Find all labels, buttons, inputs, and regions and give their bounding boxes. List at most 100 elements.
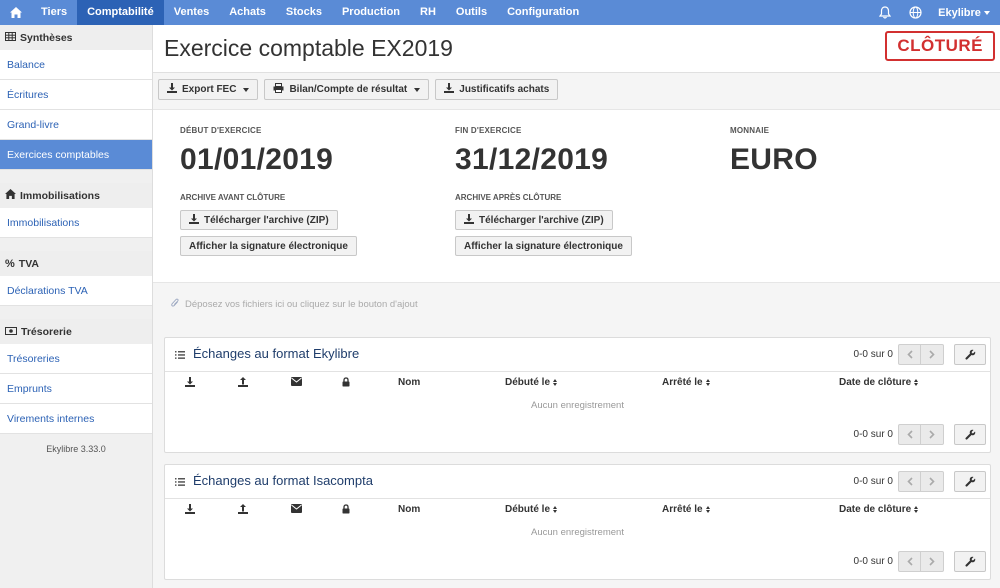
download-icon: [189, 213, 199, 227]
download-icon: [185, 377, 195, 387]
home-icon: [5, 189, 16, 202]
chevron-right-icon[interactable]: [921, 471, 944, 492]
show-signature-before-button[interactable]: Afficher la signature électronique: [180, 236, 357, 256]
chevron-left-icon[interactable]: [898, 424, 921, 445]
table-header: Nom Débuté le Arrêté le Date de clôture: [165, 377, 990, 391]
list-icon: [175, 477, 185, 489]
sort-icon: [914, 506, 919, 513]
chevron-right-icon[interactable]: [921, 551, 944, 572]
download-archive-before-button[interactable]: Télécharger l'archive (ZIP): [180, 210, 338, 230]
panel-title: Échanges au format Isacompta: [193, 473, 373, 488]
exchanges-isacompta-panel: Échanges au format Isacompta 0-0 sur 0 N…: [164, 464, 991, 580]
sidebar-item-balance[interactable]: Balance: [0, 50, 152, 80]
nav-configuration[interactable]: Configuration: [497, 0, 589, 25]
wrench-icon[interactable]: [954, 344, 986, 365]
sidebar-group-syntheses: Synthèses: [0, 25, 152, 50]
panel-footer: 0-0 sur 0: [165, 424, 990, 446]
pagination: 0-0 sur 0: [854, 551, 986, 572]
sidebar-item-ecritures[interactable]: Écritures: [0, 80, 152, 110]
nav-tiers[interactable]: Tiers: [31, 0, 77, 25]
export-fec-button[interactable]: Export FEC: [158, 79, 259, 100]
justificatifs-button[interactable]: Justificatifs achats: [435, 79, 559, 100]
user-menu[interactable]: Ekylibre: [930, 7, 1000, 19]
pagination-count: 0-0 sur 0: [853, 429, 893, 440]
file-dropzone[interactable]: Déposez vos fichiers ici ou cliquez sur …: [171, 298, 418, 311]
panel-header: Échanges au format Ekylibre 0-0 sur 0: [165, 338, 990, 372]
nav-rh[interactable]: RH: [410, 0, 446, 25]
status-badge: CLÔTURÉ: [885, 31, 995, 61]
panel-title: Échanges au format Ekylibre: [193, 346, 360, 361]
sidebar-item-declarations-tva[interactable]: Déclarations TVA: [0, 276, 152, 306]
bilan-button[interactable]: Bilan/Compte de résultat: [264, 79, 430, 100]
lock-icon: [342, 377, 350, 387]
end-column: FIN D'EXERCICE 31/12/2019 ARCHIVE APRÈS …: [455, 126, 632, 256]
table-header: Nom Débuté le Arrêté le Date de clôture: [165, 504, 990, 518]
wrench-icon[interactable]: [954, 471, 986, 492]
column-debute-le[interactable]: Débuté le: [505, 377, 558, 388]
envelope-icon: [291, 504, 302, 513]
download-icon: [185, 504, 195, 514]
wrench-icon[interactable]: [954, 424, 986, 445]
user-name: Ekylibre: [938, 6, 981, 19]
sort-icon: [553, 379, 558, 386]
nav-outils[interactable]: Outils: [446, 0, 497, 25]
title-bar: Exercice comptable EX2019 CLÔTURÉ: [153, 25, 1000, 73]
exchanges-ekylibre-panel: Échanges au format Ekylibre 0-0 sur 0 No…: [164, 337, 991, 453]
pagination-count: 0-0 sur 0: [853, 476, 893, 487]
column-nom[interactable]: Nom: [398, 504, 420, 515]
download-icon: [167, 83, 177, 96]
envelope-icon: [291, 377, 302, 386]
column-date-cloture[interactable]: Date de clôture: [839, 504, 919, 515]
start-label: DÉBUT D'EXERCICE: [180, 126, 262, 135]
pagination-count: 0-0 sur 0: [853, 349, 893, 360]
sort-icon: [914, 379, 919, 386]
paperclip-icon: [171, 298, 179, 311]
nav-stocks[interactable]: Stocks: [276, 0, 332, 25]
column-nom[interactable]: Nom: [398, 377, 420, 388]
nav-ventes[interactable]: Ventes: [164, 0, 219, 25]
chevron-down-icon: [984, 10, 990, 15]
pagination-count: 0-0 sur 0: [853, 556, 893, 567]
sidebar-item-grand-livre[interactable]: Grand-livre: [0, 110, 152, 140]
download-archive-after-button[interactable]: Télécharger l'archive (ZIP): [455, 210, 613, 230]
nav-production[interactable]: Production: [332, 0, 410, 25]
table-icon: [5, 31, 16, 44]
chevron-left-icon[interactable]: [898, 344, 921, 365]
column-date-cloture[interactable]: Date de clôture: [839, 377, 919, 388]
upload-icon: [238, 504, 248, 514]
sidebar-item-exercices-comptables[interactable]: Exercices comptables: [0, 140, 152, 170]
currency-column: MONNAIE EURO: [730, 126, 818, 177]
bell-icon[interactable]: [870, 6, 900, 19]
sidebar-item-emprunts[interactable]: Emprunts: [0, 374, 152, 404]
sidebar-group-tva: % TVA: [0, 251, 152, 276]
nav-comptabilite[interactable]: Comptabilité: [77, 0, 164, 25]
chevron-right-icon[interactable]: [921, 344, 944, 365]
column-debute-le[interactable]: Débuté le: [505, 504, 558, 515]
main-content: Exercice comptable EX2019 CLÔTURÉ Export…: [153, 25, 1000, 588]
chevron-left-icon[interactable]: [898, 551, 921, 572]
show-signature-after-button[interactable]: Afficher la signature électronique: [455, 236, 632, 256]
sidebar: Synthèses Balance Écritures Grand-livre …: [0, 25, 153, 588]
globe-icon[interactable]: [900, 6, 930, 19]
sidebar-item-virements-internes[interactable]: Virements internes: [0, 404, 152, 434]
panel-header: Échanges au format Isacompta 0-0 sur 0: [165, 465, 990, 499]
chevron-left-icon[interactable]: [898, 471, 921, 492]
column-arrete-le[interactable]: Arrêté le: [662, 504, 710, 515]
sidebar-group-immobilisations: Immobilisations: [0, 183, 152, 208]
currency-value: EURO: [730, 143, 818, 176]
toolbar: Export FEC Bilan/Compte de résultat Just…: [158, 79, 559, 100]
end-label: FIN D'EXERCICE: [455, 126, 522, 135]
caret-down-icon: [414, 87, 421, 92]
sidebar-item-tresoreries[interactable]: Trésoreries: [0, 344, 152, 374]
end-value: 31/12/2019: [455, 143, 609, 176]
wrench-icon[interactable]: [954, 551, 986, 572]
chevron-right-icon[interactable]: [921, 424, 944, 445]
nav-achats[interactable]: Achats: [219, 0, 276, 25]
home-icon[interactable]: [0, 0, 31, 25]
download-icon: [464, 213, 474, 227]
percent-icon: %: [5, 257, 15, 270]
currency-label: MONNAIE: [730, 126, 770, 135]
empty-message: Aucun enregistrement: [531, 527, 624, 538]
column-arrete-le[interactable]: Arrêté le: [662, 377, 710, 388]
sidebar-item-immobilisations[interactable]: Immobilisations: [0, 208, 152, 238]
